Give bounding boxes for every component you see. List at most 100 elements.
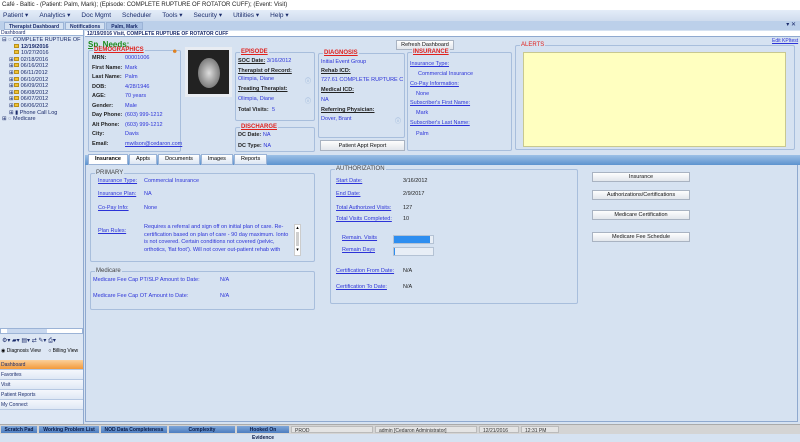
hooked-on-evidence-button[interactable]: Hooked On Evidence — [237, 426, 289, 433]
info-icon[interactable]: ⓘ — [395, 116, 401, 125]
remain-visits-link[interactable]: Remain. Visits — [342, 235, 377, 241]
edit-kpi-link[interactable]: Edit KPItest — [772, 38, 798, 44]
authorizations-button[interactable]: Authorizations/Certifications — [592, 190, 690, 200]
demographic-row: City:Davis — [92, 131, 139, 137]
tab-documents[interactable]: Documents — [158, 154, 200, 165]
copay-link[interactable]: Co-Pay Information: — [410, 81, 459, 87]
tree-visit[interactable]: ⊞06/11/2012 — [2, 70, 83, 77]
medicare-certification-button[interactable]: Medicare Certification — [592, 210, 690, 220]
rehab-icd: 727.61 COMPLETE RUPTURE C — [321, 77, 403, 83]
menu-tools[interactable]: Tools ▾ — [162, 10, 182, 21]
menu-doc-mgmt[interactable]: Doc Mgmt — [81, 10, 111, 21]
diagnosis-view-radio[interactable]: ◉ Diagnosis View — [1, 348, 41, 354]
demographic-row: AGE:70 years — [92, 93, 146, 99]
tab-therapist-dashboard[interactable]: Therapist Dashboard — [4, 22, 64, 30]
cert-from-link[interactable]: Certification From Date: — [336, 268, 394, 274]
tab-patient[interactable]: Palm, Mark — [106, 22, 142, 30]
tree-toolbar-icons[interactable]: ⚙▾ ▰▾ ▤▾ ⇄ ✎▾ ⎙▾ — [2, 337, 56, 345]
demographic-label: Day Phone: — [92, 112, 125, 118]
alerts-panel: ALERTS — [515, 45, 795, 150]
episode-panel: EPISODE SOC Date: 3/16/2012 Therapist of… — [235, 52, 315, 121]
plan-rules-scrollbar[interactable]: ▴▾ — [294, 224, 301, 256]
end-date: 2/9/2017 — [403, 191, 424, 197]
tab-appts[interactable]: Appts — [129, 154, 157, 165]
demographic-row: DOB:4/28/1946 — [92, 84, 149, 90]
tree-visit[interactable]: ⊞02/18/2016 — [2, 57, 83, 64]
tab-images[interactable]: Images — [201, 154, 233, 165]
close-icon[interactable]: ▾ ✕ — [786, 21, 796, 28]
start-date: 3/16/2012 — [403, 178, 427, 184]
insurance-type-link[interactable]: Insurance Type: — [98, 178, 137, 184]
primary-title: PRIMARY — [95, 170, 124, 176]
menu-utilities[interactable]: Utilities ▾ — [233, 10, 259, 21]
total-completed-link[interactable]: Total Visits Completed: — [336, 216, 392, 222]
tree-phone-log[interactable]: ⊞ ▮ Phone Call Log — [2, 110, 83, 117]
end-date-link[interactable]: End Date: — [336, 191, 360, 197]
tree-medicare[interactable]: ⊞ ◌ Medicare — [2, 116, 83, 123]
menu-help[interactable]: Help ▾ — [270, 10, 288, 21]
total-visits-label: Total Visits: — [238, 107, 269, 113]
panel-tab-strip: Insurance Appts Documents Images Reports — [85, 155, 800, 165]
billing-view-radio[interactable]: ○ Billing View — [48, 348, 78, 354]
menu-bar: Patient ▾ Analytics ▾ Doc Mgmt Scheduler… — [0, 10, 800, 21]
tree-visit[interactable]: ⊞06/09/2012 — [2, 83, 83, 90]
subscriber-first: Mark — [416, 110, 428, 116]
dc-date-label: DC Date: — [238, 132, 261, 138]
medicare-title: Medicare — [95, 268, 122, 274]
folder-icon — [14, 44, 19, 48]
subscriber-first-link[interactable]: Subscriber's First Name: — [410, 100, 470, 106]
subscriber-last-link[interactable]: Subscriber's Last Name: — [410, 120, 470, 126]
complexity-button[interactable]: Complexity — [169, 426, 235, 433]
insurance-button[interactable]: Insurance — [592, 172, 690, 182]
tab-notifications[interactable]: Notifications — [65, 22, 105, 30]
tab-reports[interactable]: Reports — [234, 154, 267, 165]
tree-visit[interactable]: 12/19/2016 — [2, 44, 83, 51]
menu-analytics[interactable]: Analytics ▾ — [39, 10, 70, 21]
cert-to-link[interactable]: Certification To Date: — [336, 284, 387, 290]
tree-visit[interactable]: ⊞06/08/2012 — [2, 90, 83, 97]
medical-icd-label: Medical ICD: — [321, 87, 354, 93]
tree-visit[interactable]: 10/27/2016 — [2, 50, 83, 57]
person-icon[interactable]: ☻ — [172, 49, 178, 55]
working-problem-list-button[interactable]: Working Problem List — [39, 426, 99, 433]
insurance-type-link[interactable]: Insurance Type: — [410, 61, 449, 67]
plan-rules-text[interactable]: Requires a referral and sign off on init… — [144, 224, 292, 256]
nav-dashboard[interactable]: Dashboard — [0, 360, 83, 370]
menu-patient[interactable]: Patient ▾ — [3, 10, 28, 21]
nav-visit[interactable]: Visit — [0, 380, 83, 390]
dc-type: NA — [263, 143, 271, 149]
remain-days-link[interactable]: Remain Days — [342, 247, 375, 253]
start-date-link[interactable]: Start Date: — [336, 178, 362, 184]
menu-security[interactable]: Security ▾ — [194, 10, 223, 21]
nav-my-connect[interactable]: My Connect — [0, 400, 83, 410]
info-icon[interactable]: ⓘ — [305, 76, 311, 85]
copay-info-link[interactable]: Co-Pay Info: — [98, 205, 129, 211]
sidebar-header: Dashboard — [0, 30, 83, 36]
menu-scheduler[interactable]: Scheduler — [122, 10, 151, 21]
tree-visit[interactable]: ⊞06/16/2012 — [2, 63, 83, 70]
plan-rules-link[interactable]: Plan Rules: — [98, 228, 126, 234]
email-link[interactable]: mwilson@cedaron.com — [125, 141, 182, 147]
horizontal-scrollbar[interactable] — [0, 328, 83, 334]
tree-visit[interactable]: ⊞06/10/2012 — [2, 77, 83, 84]
tree-visit[interactable]: ⊞06/06/2012 — [2, 103, 83, 110]
total-authorized-link[interactable]: Total Authorized Visits: — [336, 205, 391, 211]
demographic-row: Last Name:Palm — [92, 74, 138, 80]
tree-visit[interactable]: ⊞06/07/2012 — [2, 96, 83, 103]
tree-root[interactable]: ⊟ ◌ COMPLETE RUPTURE OF — [2, 37, 83, 44]
demographics-panel: DEMOGRAPHICS ☻ MRN:00001006First Name:Ma… — [88, 50, 181, 152]
info-icon[interactable]: ⓘ — [305, 96, 311, 105]
nav-favorites[interactable]: Favorites — [0, 370, 83, 380]
sidebar: Dashboard ⊟ ◌ COMPLETE RUPTURE OF 12/19/… — [0, 30, 84, 424]
scratch-pad-button[interactable]: Scratch Pad — [1, 426, 37, 433]
diagnosis-panel: DIAGNOSIS Initial Event Group Rehab ICD:… — [318, 53, 405, 138]
nav-patient-reports[interactable]: Patient Reports — [0, 390, 83, 400]
patient-appt-report-button[interactable]: Patient Appt Report — [320, 140, 405, 151]
medicare-fee-schedule-button[interactable]: Medicare Fee Schedule — [592, 232, 690, 242]
insurance-plan-link[interactable]: Insurance Plan: — [98, 191, 136, 197]
tab-insurance[interactable]: Insurance — [88, 154, 128, 165]
nod-data-completeness-button[interactable]: NOD Data Completeness — [101, 426, 167, 433]
folder-icon — [14, 90, 19, 94]
patient-photo — [185, 47, 232, 97]
demographic-value: Davis — [125, 131, 139, 137]
